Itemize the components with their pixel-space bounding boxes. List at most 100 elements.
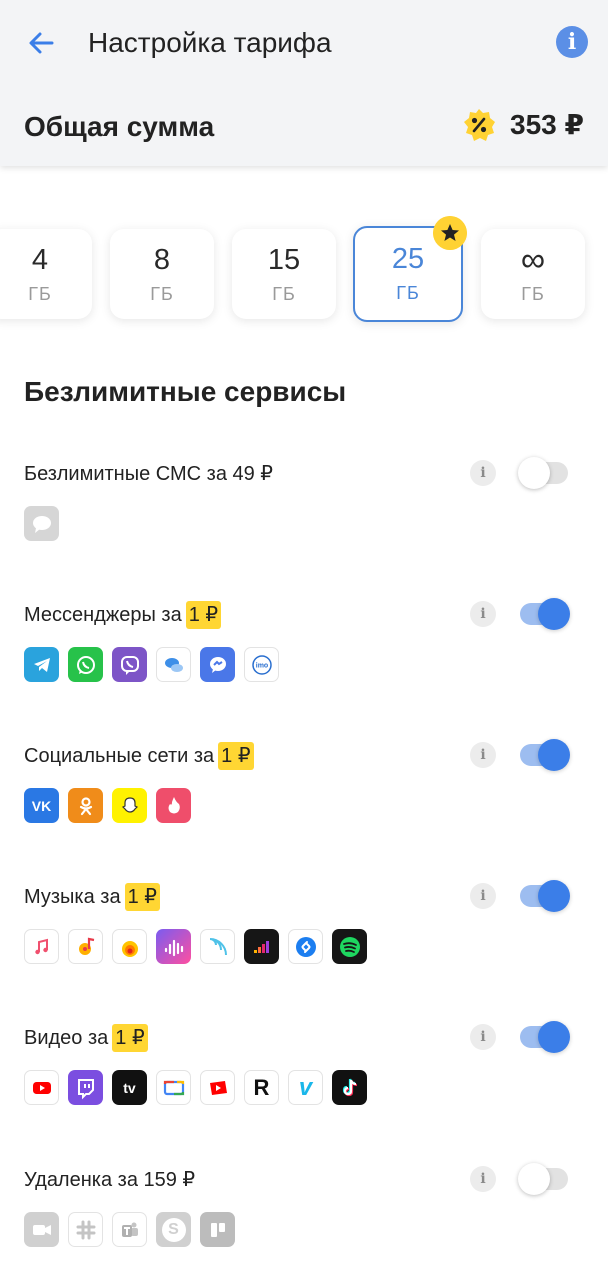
slack-icon <box>68 1212 103 1247</box>
remote-toggle[interactable] <box>518 1163 568 1195</box>
info-icon[interactable]: i <box>470 1024 496 1050</box>
service-label-text: Музыка за <box>24 886 121 908</box>
info-icon[interactable]: i <box>470 460 496 486</box>
youtube-kids-icon <box>200 1070 235 1105</box>
rutube-icon: R <box>244 1070 279 1105</box>
snapchat-icon <box>112 788 147 823</box>
apple-music-icon <box>24 929 59 964</box>
service-icons: VK <box>24 788 191 823</box>
service-video: Видео за 1 ₽ i tv R v <box>0 1021 608 1144</box>
service-label: Видео за 1 ₽ <box>24 1024 148 1052</box>
sms-toggle[interactable] <box>518 457 568 489</box>
info-button[interactable]: i <box>556 26 588 58</box>
zvuk-icon <box>112 929 147 964</box>
chat-bubbles-icon <box>156 647 191 682</box>
social-toggle[interactable] <box>520 739 570 771</box>
skype-label: S <box>161 1217 186 1242</box>
apple-tv-label: tv <box>123 1079 136 1096</box>
gb-value: 15 <box>267 244 301 276</box>
music-toggle[interactable] <box>520 880 570 912</box>
info-icon[interactable]: i <box>470 742 496 768</box>
toggle-knob <box>518 457 550 489</box>
toggle-knob <box>538 1021 570 1053</box>
messengers-toggle[interactable] <box>520 598 570 630</box>
vimeo-icon: v <box>288 1070 323 1105</box>
imo-label: imo <box>255 662 267 669</box>
service-label-text: Удаленка за 159 ₽ <box>24 1169 196 1191</box>
rutube-label: R <box>253 1074 270 1100</box>
skype-icon: S <box>156 1212 191 1247</box>
vk-label: VK <box>31 797 52 814</box>
telegram-icon <box>24 647 59 682</box>
service-label-text: Безлимитные СМС за 49 ₽ <box>24 463 274 485</box>
tinder-icon <box>156 788 191 823</box>
data-plan-options: 4 ГБ 8 ГБ 15 ГБ 25 ГБ ∞ ГБ <box>0 216 608 325</box>
service-label-text: Мессенджеры за <box>24 604 182 626</box>
service-music: Музыка за 1 ₽ i <box>0 880 608 1003</box>
teams-icon <box>112 1212 147 1247</box>
service-icons: imo <box>24 647 279 682</box>
back-arrow-icon[interactable] <box>26 28 56 58</box>
info-icon[interactable]: i <box>470 601 496 627</box>
gb-value: 4 <box>31 244 49 276</box>
info-icon[interactable]: i <box>470 1166 496 1192</box>
toggle-knob <box>538 598 570 630</box>
service-icons <box>24 506 59 541</box>
sound-waves-icon <box>156 929 191 964</box>
google-tv-icon <box>156 1070 191 1105</box>
whatsapp-icon <box>68 647 103 682</box>
deezer-icon <box>244 929 279 964</box>
service-messengers: Мессенджеры за 1 ₽ i imo <box>0 598 608 721</box>
gb-unit: ГБ <box>396 283 420 303</box>
viber-icon <box>112 647 147 682</box>
total-sum: 353 ₽ <box>462 108 584 142</box>
service-label: Социальные сети за 1 ₽ <box>24 742 254 770</box>
discount-badge-icon <box>464 109 496 141</box>
gb-option-4[interactable]: 4 ГБ <box>0 229 92 319</box>
service-label: Безлимитные СМС за 49 ₽ <box>24 460 273 488</box>
imo-icon: imo <box>244 647 279 682</box>
price-chip: 1 ₽ <box>124 883 160 911</box>
service-label: Удаленка за 159 ₽ <box>24 1166 195 1194</box>
price-chip: 1 ₽ <box>185 601 222 629</box>
vimeo-label: v <box>298 1073 313 1101</box>
service-icons: S <box>24 1212 235 1247</box>
price-chip: 1 ₽ <box>112 1024 148 1052</box>
gb-unit: ГБ <box>28 284 52 304</box>
service-icons: tv R v <box>24 1070 367 1105</box>
odnoklassniki-icon <box>68 788 103 823</box>
service-icons <box>24 929 367 964</box>
service-remote-work: Удаленка за 159 ₽ i S <box>0 1163 608 1280</box>
twitch-icon <box>68 1070 103 1105</box>
star-icon <box>433 216 467 250</box>
gb-unit: ГБ <box>150 284 174 304</box>
shazam-icon <box>288 929 323 964</box>
gb-value: 8 <box>153 244 171 276</box>
header: Настройка тарифа i Общая сумма 353 ₽ <box>0 0 608 166</box>
service-label: Музыка за 1 ₽ <box>24 883 160 911</box>
toggle-knob <box>518 1163 550 1195</box>
gb-option-8[interactable]: 8 ГБ <box>110 229 214 319</box>
gb-unit: ГБ <box>521 284 545 304</box>
service-sms: Безлимитные СМС за 49 ₽ i <box>0 457 608 580</box>
total-label: Общая сумма <box>24 111 215 142</box>
gb-option-25[interactable]: 25 ГБ <box>353 216 467 322</box>
spotify-icon <box>332 929 367 964</box>
section-title: Безлимитные сервисы <box>24 376 347 407</box>
toggle-knob <box>538 880 570 912</box>
info-icon[interactable]: i <box>470 883 496 909</box>
price-chip: 1 ₽ <box>218 742 254 770</box>
gb-unit: ГБ <box>272 284 296 304</box>
total-amount: 353 ₽ <box>510 109 584 140</box>
gb-option-unlimited[interactable]: ∞ ГБ <box>481 229 585 319</box>
gb-value: ∞ <box>520 241 546 279</box>
video-toggle[interactable] <box>520 1021 570 1053</box>
zoom-icon <box>24 1212 59 1247</box>
messenger-icon <box>200 647 235 682</box>
service-label-text: Социальные сети за <box>24 745 215 767</box>
tiktok-icon <box>332 1070 367 1105</box>
toggle-knob <box>538 739 570 771</box>
gb-option-15[interactable]: 15 ГБ <box>232 229 336 319</box>
page-title: Настройка тарифа <box>88 27 332 58</box>
music-note-icon <box>68 929 103 964</box>
